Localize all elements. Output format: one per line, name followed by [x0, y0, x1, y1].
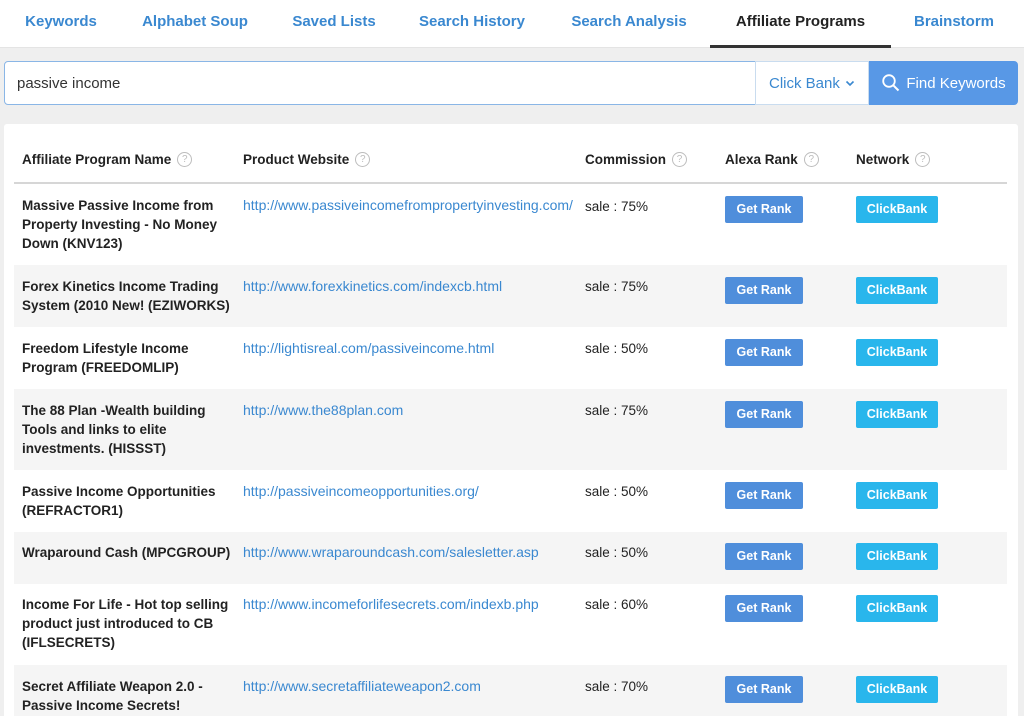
network-badge[interactable]: ClickBank [856, 277, 938, 304]
commission-value: sale : 50% [585, 545, 649, 560]
tab-bar: Keywords Alphabet Soup Saved Lists Searc… [0, 0, 1024, 48]
get-rank-button[interactable]: Get Rank [725, 482, 803, 509]
column-header-product-website: Product Website ? [243, 152, 371, 167]
tab-search-analysis[interactable]: Search Analysis [562, 0, 696, 48]
commission-value: sale : 60% [585, 597, 649, 612]
table-row: The 88 Plan -Wealth building Tools and l… [14, 389, 1007, 470]
tab-affiliate-programs[interactable]: Affiliate Programs [710, 0, 891, 48]
program-name: Forex Kinetics Income Trading System (20… [22, 279, 230, 313]
network-badge[interactable]: ClickBank [856, 543, 938, 570]
table-row: Wraparound Cash (MPCGROUP) http://www.wr… [14, 532, 1007, 584]
network-badge[interactable]: ClickBank [856, 595, 938, 622]
network-badge[interactable]: ClickBank [856, 482, 938, 509]
search-input[interactable] [4, 61, 756, 105]
get-rank-button[interactable]: Get Rank [725, 676, 803, 703]
table-row: Forex Kinetics Income Trading System (20… [14, 265, 1007, 327]
find-keywords-button[interactable]: Find Keywords [869, 61, 1018, 105]
product-website-link[interactable]: http://www.wraparoundcash.com/saleslette… [243, 543, 573, 562]
get-rank-button[interactable]: Get Rank [725, 196, 803, 223]
table-row: Massive Passive Income from Property Inv… [14, 184, 1007, 265]
program-name: Massive Passive Income from Property Inv… [22, 198, 218, 251]
tab-keywords[interactable]: Keywords [14, 0, 108, 48]
table-row: Secret Affiliate Weapon 2.0 - Passive In… [14, 665, 1007, 716]
network-select-value: Click Bank [769, 74, 840, 92]
table-row: Freedom Lifestyle Income Program (FREEDO… [14, 327, 1007, 389]
network-badge[interactable]: ClickBank [856, 196, 938, 223]
product-website-link[interactable]: http://www.passiveincomefrompropertyinve… [243, 196, 573, 215]
program-name: Wraparound Cash (MPCGROUP) [22, 545, 231, 560]
commission-value: sale : 50% [585, 341, 649, 356]
get-rank-button[interactable]: Get Rank [725, 401, 803, 428]
commission-value: sale : 75% [585, 403, 649, 418]
find-keywords-label: Find Keywords [906, 74, 1006, 92]
help-icon[interactable]: ? [915, 152, 931, 167]
product-website-link[interactable]: http://www.secretaffiliateweapon2.com [243, 677, 573, 696]
program-name: The 88 Plan -Wealth building Tools and l… [22, 403, 206, 456]
get-rank-button[interactable]: Get Rank [725, 595, 803, 622]
commission-value: sale : 70% [585, 679, 649, 694]
program-name: Secret Affiliate Weapon 2.0 - Passive In… [22, 679, 203, 713]
network-badge[interactable]: ClickBank [856, 676, 938, 703]
tab-alphabet-soup[interactable]: Alphabet Soup [132, 0, 258, 48]
product-website-link[interactable]: http://www.forexkinetics.com/indexcb.htm… [243, 277, 573, 296]
help-icon[interactable]: ? [355, 152, 371, 167]
help-icon[interactable]: ? [177, 152, 193, 167]
get-rank-button[interactable]: Get Rank [725, 339, 803, 366]
column-header-alexa-rank: Alexa Rank ? [725, 152, 819, 167]
tab-brainstorm[interactable]: Brainstorm [903, 0, 1005, 48]
table-row: Passive Income Opportunities (REFRACTOR1… [14, 470, 1007, 532]
network-badge[interactable]: ClickBank [856, 339, 938, 366]
search-icon [882, 74, 900, 92]
commission-value: sale : 75% [585, 279, 649, 294]
column-header-network: Network ? [856, 152, 931, 167]
commission-value: sale : 50% [585, 484, 649, 499]
tab-saved-lists[interactable]: Saved Lists [283, 0, 385, 48]
program-name: Freedom Lifestyle Income Program (FREEDO… [22, 341, 189, 375]
product-website-link[interactable]: http://passiveincomeopportunities.org/ [243, 482, 573, 501]
commission-value: sale : 75% [585, 199, 649, 214]
program-name: Income For Life - Hot top selling produc… [22, 597, 229, 650]
network-select[interactable]: Click Bank [755, 61, 869, 105]
network-badge[interactable]: ClickBank [856, 401, 938, 428]
program-name: Passive Income Opportunities (REFRACTOR1… [22, 484, 216, 518]
product-website-link[interactable]: http://lightisreal.com/passiveincome.htm… [243, 339, 573, 358]
product-website-link[interactable]: http://www.the88plan.com [243, 401, 573, 420]
tab-search-history[interactable]: Search History [409, 0, 535, 48]
get-rank-button[interactable]: Get Rank [725, 543, 803, 570]
table-row: Income For Life - Hot top selling produc… [14, 584, 1007, 665]
help-icon[interactable]: ? [672, 152, 688, 167]
column-header-commission: Commission ? [585, 152, 688, 167]
column-header-program-name: Affiliate Program Name ? [22, 152, 193, 167]
product-website-link[interactable]: http://www.incomeforlifesecrets.com/inde… [243, 595, 573, 614]
get-rank-button[interactable]: Get Rank [725, 277, 803, 304]
help-icon[interactable]: ? [803, 152, 819, 167]
chevron-down-icon [845, 80, 855, 87]
